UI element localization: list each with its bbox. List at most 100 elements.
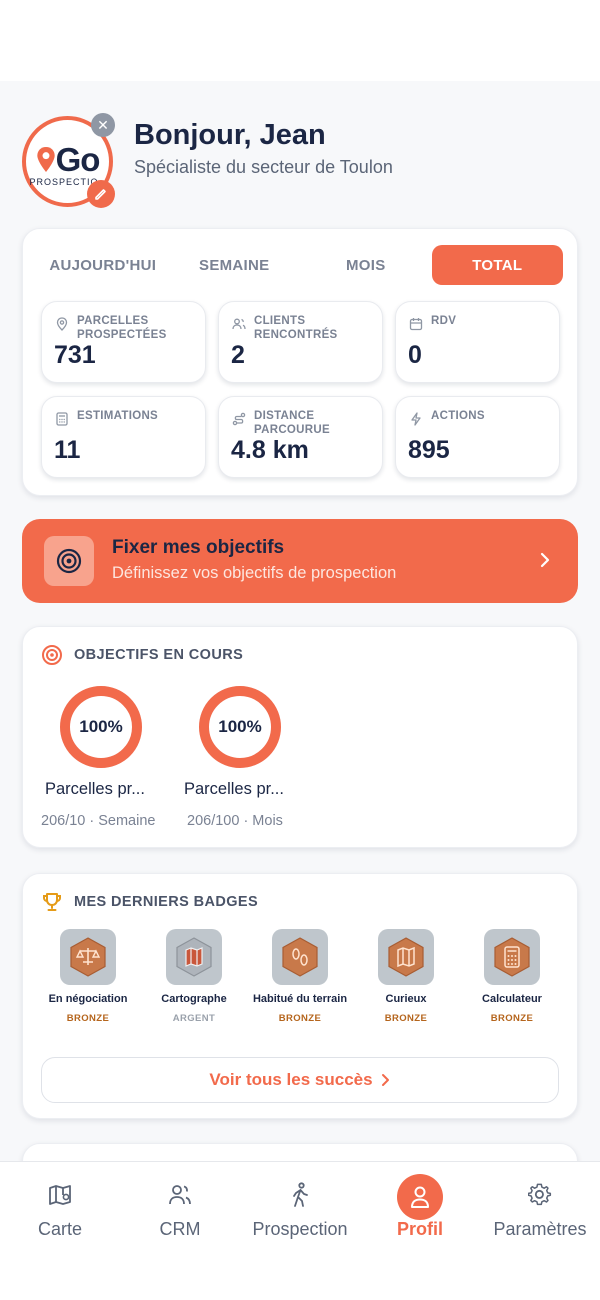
objective-meta: 206/10 · Semaine	[41, 813, 156, 829]
stat-value: 11	[54, 436, 81, 464]
tab-month[interactable]: MOIS	[300, 245, 432, 285]
users-icon	[232, 318, 246, 330]
stat-distance: DISTANCE PARCOURUE 4.8 km	[218, 396, 383, 478]
see-all-label: Voir tous les succès	[209, 1070, 373, 1089]
stat-clients: CLIENTS RENCONTRÉS 2	[218, 301, 383, 383]
chevron-right-icon	[540, 552, 550, 568]
badge-item[interactable]: En négociation BRONZE	[35, 929, 141, 1024]
bolt-icon	[411, 412, 421, 426]
badge-tier: ARGENT	[172, 1013, 216, 1024]
badge-item[interactable]: Cartographe ARGENT	[141, 929, 247, 1024]
badges-card: MES DERNIERS BADGES En négociation BRONZ…	[22, 873, 578, 1119]
badge-tier: BRONZE	[384, 1013, 428, 1024]
trophy-icon	[43, 893, 61, 911]
stat-estimations: ESTIMATIONS 11	[41, 396, 206, 478]
calculator-icon	[494, 937, 530, 977]
badge-tile	[378, 929, 434, 985]
badge-name: Curieux	[385, 993, 427, 1005]
stat-label: PARCELLES PROSPECTÉES	[77, 315, 167, 341]
badge-tile	[484, 929, 540, 985]
stat-label: ACTIONS	[431, 410, 485, 422]
objectives-card: OBJECTIFS EN COURS 100% Parcelles pr... …	[22, 626, 578, 848]
location-pin-icon	[36, 146, 55, 172]
target-icon	[56, 548, 82, 574]
objective-name[interactable]: Parcelles pr...	[184, 780, 284, 799]
close-icon: ✕	[97, 116, 109, 133]
progress-percent: 100%	[218, 717, 262, 736]
goal-subtitle: Définissez vos objectifs de prospection	[112, 564, 397, 582]
badge-tier: BRONZE	[278, 1013, 322, 1024]
progress-percent: 100%	[79, 717, 123, 736]
map-pin-icon	[56, 317, 68, 331]
users-icon	[169, 1185, 191, 1205]
badge-item[interactable]: Habitué du terrain BRONZE	[247, 929, 353, 1024]
badge-name: En négociation	[48, 993, 128, 1005]
period-tabs: AUJOURD'HUI SEMAINE MOIS TOTAL	[37, 245, 563, 285]
badge-item[interactable]: Curieux BRONZE	[353, 929, 459, 1024]
calendar-icon	[409, 318, 423, 331]
stat-label: DISTANCE PARCOURUE	[254, 410, 330, 436]
nav-label: Prospection	[252, 1219, 348, 1239]
stat-value: 895	[408, 436, 450, 464]
stats-card: AUJOURD'HUI SEMAINE MOIS TOTAL PARCELLES…	[22, 228, 578, 496]
map-icon	[388, 937, 424, 977]
stat-value: 731	[54, 341, 96, 369]
user-icon	[411, 1186, 429, 1208]
bottom-nav: Carte CRM Prospection Profil Paramètres	[0, 1161, 600, 1300]
objectives-title: OBJECTIFS EN COURS	[74, 647, 244, 663]
stat-label: CLIENTS RENCONTRÉS	[254, 315, 338, 341]
active-indicator	[397, 1174, 443, 1220]
nav-item-crm[interactable]: CRM	[120, 1162, 240, 1262]
set-goals-banner[interactable]: Fixer mes objectifs Définissez vos objec…	[22, 519, 578, 603]
tab-total[interactable]: TOTAL	[431, 245, 563, 285]
see-all-achievements-button[interactable]: Voir tous les succès	[41, 1057, 559, 1103]
badge-tile	[166, 929, 222, 985]
stat-value: 2	[231, 341, 245, 369]
profile-header: Go PROSPECTIO ✕ Bonjour, Jean Spécialist…	[22, 111, 578, 211]
nav-item-carte[interactable]: Carte	[0, 1162, 120, 1262]
route-icon	[232, 412, 246, 426]
badge-tile	[272, 929, 328, 985]
stat-actions: ACTIONS 895	[395, 396, 560, 478]
map-icon	[49, 1185, 71, 1205]
goal-icon-box	[44, 536, 94, 586]
badge-name: Calculateur	[482, 993, 542, 1005]
calculator-icon	[56, 412, 68, 426]
nav-item-prospection[interactable]: Prospection	[240, 1162, 360, 1262]
nav-item-parametres[interactable]: Paramètres	[480, 1162, 600, 1262]
badges-title: MES DERNIERS BADGES	[74, 894, 259, 910]
scales-icon	[70, 937, 106, 977]
badge-item[interactable]: Calculateur BRONZE	[459, 929, 565, 1024]
tab-week[interactable]: SEMAINE	[169, 245, 301, 285]
goal-title: Fixer mes objectifs	[112, 537, 285, 558]
nav-label: Carte	[37, 1219, 82, 1239]
stat-value: 4.8 km	[231, 436, 309, 464]
objective-name[interactable]: Parcelles pr...	[45, 780, 145, 799]
nav-label: Paramètres	[493, 1219, 587, 1239]
badge-name: Habitué du terrain	[252, 993, 348, 1005]
badge-tile	[60, 929, 116, 985]
stat-label: RDV	[431, 315, 457, 327]
badge-tier: BRONZE	[490, 1013, 534, 1024]
walking-icon	[293, 1182, 308, 1207]
nav-label: Profil	[396, 1219, 443, 1239]
objective-meta: 206/100 · Mois	[187, 813, 283, 829]
gear-icon	[528, 1183, 552, 1206]
footprints-icon	[282, 937, 318, 977]
badge-tier: BRONZE	[66, 1013, 110, 1024]
tab-today[interactable]: AUJOURD'HUI	[37, 245, 169, 285]
profile-screen: Go PROSPECTIO ✕ Bonjour, Jean Spécialist…	[0, 81, 600, 1300]
chevron-right-icon	[381, 1074, 389, 1086]
stat-value: 0	[408, 341, 422, 369]
target-icon	[42, 645, 62, 665]
edit-avatar-button[interactable]	[87, 180, 115, 208]
logo-text: Go	[55, 140, 101, 178]
role-subtitle: Spécialiste du secteur de Toulon	[134, 157, 393, 177]
remove-avatar-button[interactable]: ✕	[91, 113, 115, 137]
nav-item-profil[interactable]: Profil	[360, 1162, 480, 1262]
stat-rdv: RDV 0	[395, 301, 560, 383]
greeting: Bonjour, Jean	[134, 119, 326, 151]
stat-label: ESTIMATIONS	[77, 410, 159, 422]
pencil-icon	[95, 189, 106, 200]
badge-name: Cartographe	[161, 993, 227, 1005]
